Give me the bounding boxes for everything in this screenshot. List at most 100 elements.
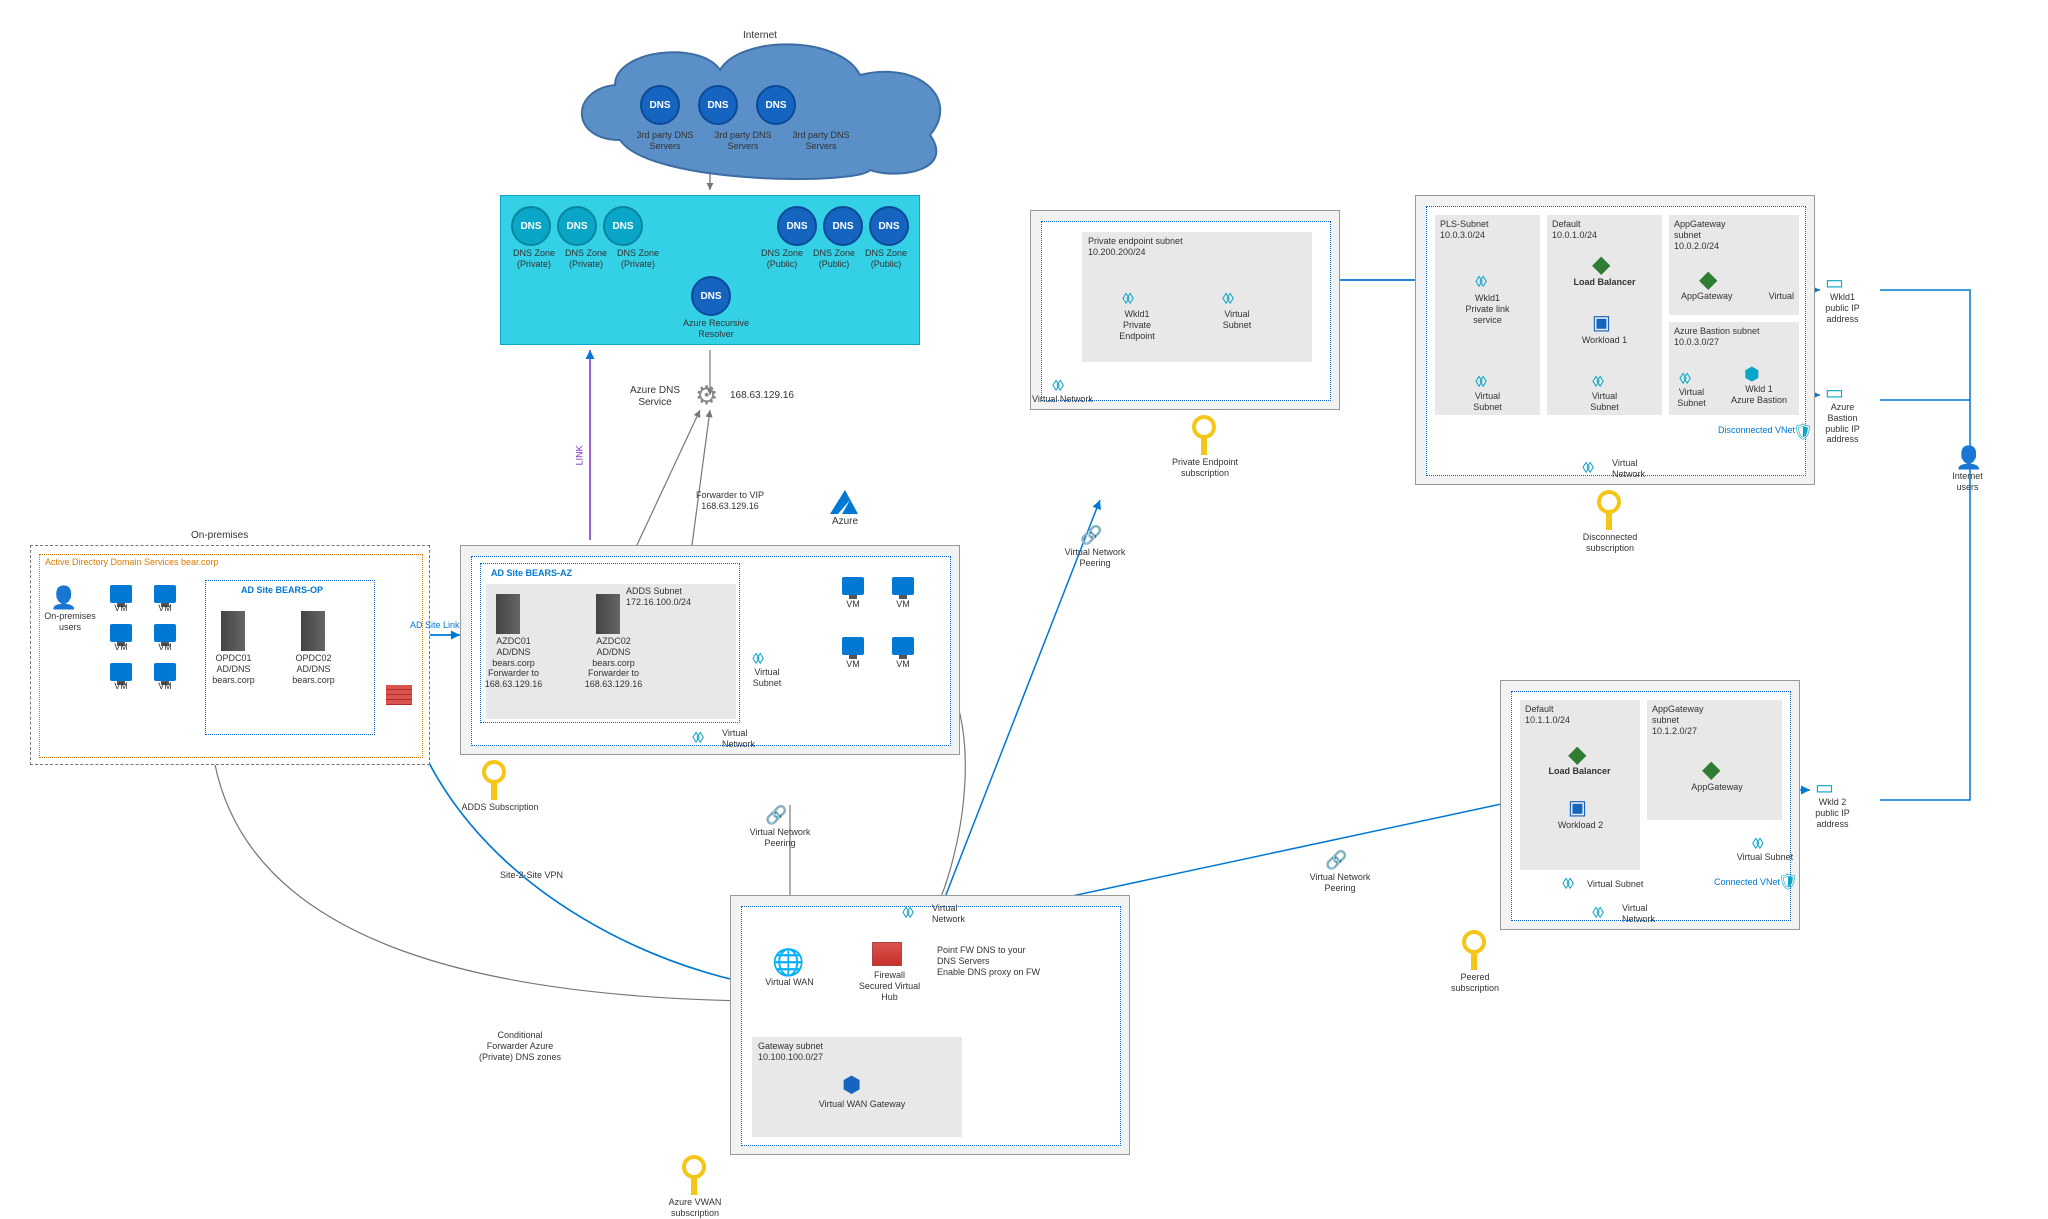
workload-icon [1592, 310, 1611, 335]
zone-label: DNS Zone (Public) [759, 248, 805, 270]
dns-zone-icon: DNS [603, 206, 643, 246]
lb-label: Load Balancer [1567, 277, 1642, 288]
adsitelink-label: AD Site Link [410, 620, 460, 631]
key-icon [1460, 930, 1488, 970]
vm-label: VM [110, 603, 132, 614]
appgw-subnet2: AppGateway subnet 10.1.2.0/27 AppGateway [1647, 700, 1782, 820]
resolver-icon: DNS [691, 276, 731, 316]
vm-label: VM [154, 681, 176, 692]
ip3-label: Wkld 2 public IP address [1805, 797, 1860, 829]
adds-subnet-box: ADDS Subnet 172.16.100.0/24 AZDC01 AD/DN… [486, 584, 736, 719]
dns-server-label: 3rd party DNS Servers [630, 130, 700, 152]
ip1-label: Wkld1 public IP address [1815, 292, 1870, 324]
azure-icon [830, 490, 860, 516]
server-icon [496, 594, 520, 634]
vm-label: VM [110, 681, 132, 692]
dc-label: OPDC01 AD/DNS bears.corp [206, 653, 261, 685]
vm-label: VM [892, 659, 914, 670]
azure-logo: Azure [830, 490, 860, 519]
ip-icon [1825, 281, 1844, 292]
vm-icon [892, 577, 914, 595]
vm-icon [842, 577, 864, 595]
ip3: Wkld 2 public IP address [1815, 775, 1834, 800]
peering-label: Virtual Network Peering [1055, 547, 1135, 569]
fw-label: Firewall Secured Virtual Hub [847, 970, 932, 1002]
ip2: Azure Bastion public IP address [1825, 380, 1844, 405]
wl-label: Workload 1 [1572, 335, 1637, 346]
vsubnet3-label: Virtual Subnet [1587, 879, 1643, 890]
lb2-label: Load Balancer [1542, 766, 1617, 777]
pe-sub-key: Private Endpoint subscription [1190, 415, 1218, 455]
adds-sub-key: ADDS Subscription [480, 760, 508, 800]
resolver-label: Azure Recursive Resolver [671, 318, 761, 340]
adsite-az-title: AD Site BEARS-AZ [491, 568, 572, 579]
adds-vnet: AD Site BEARS-AZ ADDS Subnet 172.16.100.… [471, 556, 951, 746]
peering-label: Virtual Network Peering [740, 827, 820, 849]
pls-subnet-label: PLS-Subnet 10.0.3.0/24 [1440, 219, 1489, 241]
peering-peered-hub: Virtual Network Peering [1325, 850, 1347, 871]
vnet-label: Virtual Network [932, 903, 965, 925]
key-icon [680, 1155, 708, 1195]
vsubnet-icon [752, 655, 760, 666]
vsubnet-label: Virtual Subnet [742, 667, 792, 689]
vm-label: VM [842, 599, 864, 610]
internet-cloud: Internet DNS DNS DNS 3rd party DNS Serve… [560, 30, 960, 183]
vsubnet-label: Virtual Subnet [1577, 391, 1632, 413]
pe-subnet: Private endpoint subnet 10.200.200/24 Wk… [1082, 232, 1312, 362]
onprem-users: On-premises users [50, 585, 77, 611]
hub-sub-key: Azure VWAN subscription [680, 1155, 708, 1195]
gateway-icon [842, 1072, 861, 1098]
vnet-icon [692, 734, 700, 745]
onprem-title: On-premises [191, 530, 248, 542]
lb-icon [1568, 740, 1586, 769]
pe-sub-box: Private endpoint subnet 10.200.200/24 Wk… [1030, 210, 1340, 410]
appgw-icon [1702, 755, 1720, 784]
shield-icon [1793, 422, 1813, 442]
azure-dns-title: Azure DNS Service [620, 385, 690, 409]
vnet-icon [1582, 464, 1590, 475]
internet-users: Internet users [1955, 445, 1982, 471]
peered-vnet: Default 10.1.1.0/24 Load Balancer Worklo… [1511, 691, 1791, 921]
sub-label: ADDS Subscription [450, 802, 550, 813]
vm-icon [154, 624, 176, 642]
dns-zone-icon: DNS [823, 206, 863, 246]
hub-box: Virtual Network Virtual WAN Firewall Sec… [730, 895, 1130, 1155]
peering-label: Virtual Network Peering [1300, 872, 1380, 894]
pls-subnet: PLS-Subnet 10.0.3.0/24 Wkld1 Private lin… [1435, 215, 1540, 415]
vsubnet-icon [1679, 367, 1709, 387]
vsubnet-label: Virtual Subnet [1460, 391, 1515, 413]
dns-zone-icon: DNS [869, 206, 909, 246]
ip-icon [1825, 391, 1844, 402]
azure-label: Azure [825, 516, 865, 528]
appgw-icon [1699, 265, 1717, 294]
cond-fwd-label: Conditional Forwarder Azure (Private) DN… [470, 1030, 570, 1062]
wan-icon [772, 963, 804, 974]
vnet-label: Virtual Network [722, 728, 755, 750]
peering-adds-hub: Virtual Network Peering [765, 805, 787, 826]
ip1: Wkld1 public IP address [1825, 270, 1844, 295]
vwan-label: Virtual WAN [757, 977, 822, 988]
peered-sub-key: Peered subscription [1460, 930, 1488, 970]
vm-icon [154, 585, 176, 603]
gw-subnet-box: Gateway subnet 10.100.100.0/27 Virtual W… [752, 1037, 962, 1137]
vm-icon [110, 624, 132, 642]
pls-label: Wkld1 Private link service [1450, 293, 1525, 325]
ip-icon [1815, 786, 1834, 797]
azure-dns-pane: DNS DNS DNS DNS Zone (Private) DNS Zone … [500, 195, 920, 345]
server-icon [221, 611, 245, 651]
vm-icon [110, 585, 132, 603]
dns-zone-icon: DNS [511, 206, 551, 246]
shield-icon [1778, 872, 1798, 892]
dc-label: AZDC01 AD/DNS bears.corp Forwarder to 16… [476, 636, 551, 690]
vnet-label: Virtual Network [1622, 903, 1655, 925]
azure-dns-ip: 168.63.129.16 [730, 390, 794, 402]
workload-icon [1568, 795, 1587, 820]
key-icon [1595, 490, 1623, 530]
gw-label: Virtual WAN Gateway [807, 1099, 917, 1110]
vm-label: VM [842, 659, 864, 670]
user-icon [50, 597, 77, 608]
firewall-brick-icon [386, 685, 412, 705]
peering-icon [765, 813, 787, 824]
vm-icon [842, 637, 864, 655]
onprem-box: On-premises Active Directory Domain Serv… [30, 545, 430, 765]
